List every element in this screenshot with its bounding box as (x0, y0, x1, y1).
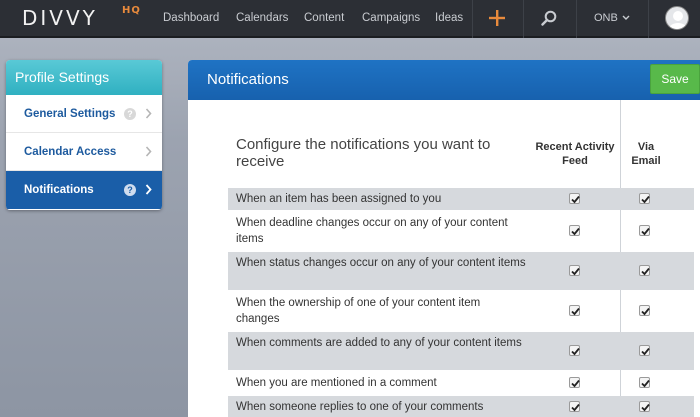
notification-label: When deadline changes occur on any of yo… (236, 217, 508, 245)
chevron-right-icon (145, 108, 152, 119)
checkbox-checked-icon (641, 347, 650, 355)
save-button[interactable]: Save (650, 64, 700, 94)
feed-checkbox[interactable] (569, 224, 580, 236)
checkbox-checked-icon (571, 307, 580, 315)
checkbox-checked-icon (571, 347, 580, 355)
feed-checkbox[interactable] (569, 376, 580, 388)
sidebar-item-label: Calendar Access (24, 146, 117, 158)
org-name: ONB (594, 12, 618, 24)
nav-dashboard[interactable]: Dashboard (163, 12, 219, 24)
nav-content[interactable]: Content (304, 12, 344, 24)
email-checkbox[interactable] (639, 344, 650, 356)
nav-divider (648, 0, 649, 38)
table-row: When an item has been assigned to you (228, 188, 694, 210)
sidebar-item-label: General Settings (24, 108, 116, 120)
table-row: When deadline changes occur on any of yo… (228, 212, 694, 250)
avatar[interactable] (665, 6, 689, 30)
notification-label: When you are mentioned in a comment (236, 377, 437, 389)
nav-ideas[interactable]: Ideas (435, 12, 463, 24)
nav-divider (523, 0, 524, 38)
checkbox-checked-icon (641, 307, 650, 315)
notification-label: When the ownership of one of your conten… (236, 297, 481, 325)
config-heading: Configure the notifications you want to … (236, 136, 491, 170)
sidebar-item-general-settings[interactable]: General Settings ? (6, 95, 162, 133)
table-row: When someone replies to one of your comm… (228, 396, 694, 417)
nav-calendars[interactable]: Calendars (236, 12, 288, 24)
chevron-right-icon (145, 146, 152, 157)
sidebar-item-label: Notifications (24, 184, 94, 196)
search-icon[interactable] (541, 10, 557, 26)
checkbox-checked-icon (641, 267, 650, 275)
notification-label: When someone replies to one of your comm… (236, 401, 484, 413)
feed-checkbox[interactable] (569, 344, 580, 356)
email-checkbox[interactable] (639, 400, 650, 412)
email-checkbox[interactable] (639, 264, 650, 276)
table-row: When you are mentioned in a comment (228, 372, 694, 394)
panel-title: Notifications (207, 71, 289, 88)
checkbox-checked-icon (571, 227, 580, 235)
top-nav-bar: DIVVY HQ Dashboard Calendars Content Cam… (0, 0, 700, 38)
notification-rows: When an item has been assigned to you Whe… (228, 188, 694, 417)
table-row: When the ownership of one of your conten… (228, 292, 694, 330)
panel-header: Notifications Save (188, 60, 700, 100)
table-row: When comments are added to any of your c… (228, 332, 694, 370)
plus-icon[interactable] (489, 8, 505, 28)
checkbox-checked-icon (641, 379, 650, 387)
help-icon[interactable]: ? (124, 184, 136, 196)
feed-checkbox[interactable] (569, 192, 580, 204)
sidebar-item-notifications[interactable]: Notifications ? (6, 171, 162, 209)
column-header-feed: Recent Activity Feed (535, 141, 615, 167)
notification-label: When status changes occur on any of your… (236, 257, 526, 269)
nav-divider (472, 0, 473, 38)
email-checkbox[interactable] (639, 376, 650, 388)
nav-divider (576, 0, 577, 38)
profile-settings-sidebar: Profile Settings General Settings ? Cale… (6, 60, 162, 210)
brand-logo[interactable]: DIVVY (22, 6, 98, 30)
sidebar-title: Profile Settings (6, 60, 162, 95)
nav-campaigns[interactable]: Campaigns (362, 12, 420, 24)
table-row: When status changes occur on any of your… (228, 252, 694, 290)
notification-label: When comments are added to any of your c… (236, 337, 522, 349)
email-checkbox[interactable] (639, 224, 650, 236)
chevron-right-icon (145, 184, 152, 195)
feed-checkbox[interactable] (569, 304, 580, 316)
notification-label: When an item has been assigned to you (236, 193, 442, 205)
notifications-panel: Notifications Save Configure the notific… (188, 60, 700, 417)
feed-checkbox[interactable] (569, 264, 580, 276)
column-header-email: Via Email (631, 141, 661, 167)
brand-logo-suffix: HQ (122, 5, 141, 16)
email-checkbox[interactable] (639, 304, 650, 316)
org-switcher[interactable]: ONB (594, 12, 630, 24)
avatar-icon (669, 11, 687, 29)
sidebar-item-calendar-access[interactable]: Calendar Access (6, 133, 162, 171)
checkbox-checked-icon (571, 379, 580, 387)
chevron-down-icon (622, 15, 630, 20)
checkbox-checked-icon (641, 227, 650, 235)
checkbox-checked-icon (571, 195, 580, 203)
checkbox-checked-icon (571, 267, 580, 275)
feed-checkbox[interactable] (569, 400, 580, 412)
email-checkbox[interactable] (639, 192, 650, 204)
checkbox-checked-icon (641, 403, 650, 411)
help-icon[interactable]: ? (124, 108, 136, 120)
checkbox-checked-icon (571, 403, 580, 411)
checkbox-checked-icon (641, 195, 650, 203)
